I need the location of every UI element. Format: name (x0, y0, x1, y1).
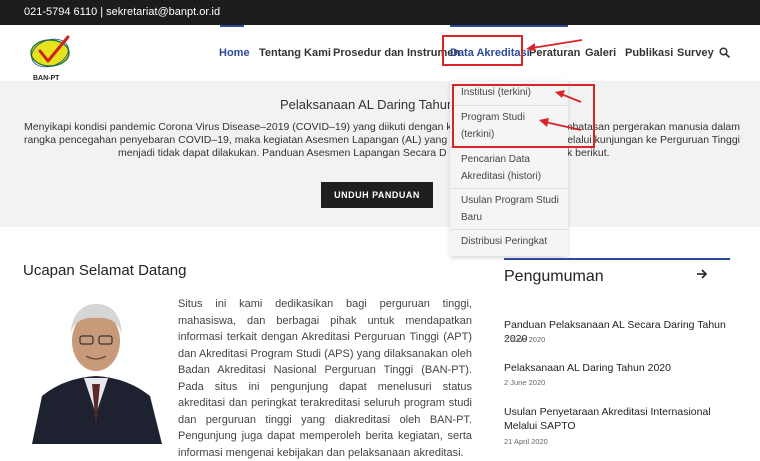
nav-hover-indicator (450, 25, 568, 27)
annotation-box-nav (442, 35, 523, 66)
nav-tentang-kami[interactable]: Tentang Kami (259, 47, 331, 59)
ban-pt-logo[interactable] (28, 33, 76, 73)
dropdown-item-label: Usulan Program Studi (461, 195, 559, 206)
welcome-text: Situs ini kami dedikasikan bagi pergurua… (178, 298, 472, 459)
announcement-link[interactable]: Usulan Penyetaraan Akreditasi Internasio… (504, 405, 730, 433)
dropdown-item-label: Distribusi Peringkat (461, 236, 548, 247)
hero-description: Menyikapi kondisi pandemic Corona Virus … (20, 121, 740, 160)
dropdown-item-label: Baru (461, 212, 483, 223)
dropdown-item-label: Pencarian Data (461, 154, 530, 165)
hero-banner: Pelaksanaan AL Daring Tahun 2 Menyikapi … (0, 81, 760, 227)
nav-galeri[interactable]: Galeri (585, 47, 616, 59)
nav-survey[interactable]: Survey (677, 47, 714, 59)
search-icon[interactable] (719, 47, 730, 58)
dropdown-divider (450, 188, 568, 189)
hero-text-line3-end: k berikut. (567, 147, 610, 159)
announcement-date: 2 June 2020 (504, 335, 546, 344)
chairman-photo (24, 296, 169, 444)
announcement-date: 2 June 2020 (504, 378, 546, 387)
hero-text-line1: Menyikapi kondisi pandemic Corona Virus … (24, 121, 491, 133)
hero-title: Pelaksanaan AL Daring Tahun 2 (280, 97, 466, 112)
contact-info: 021-5794 6110 | sekretariat@banpt.or.id (24, 6, 221, 18)
hero-text-line3: menjadi tidak dapat dilakukan. Panduan A… (118, 147, 447, 159)
announcement-link[interactable]: Pelaksanaan AL Daring Tahun 2020 (504, 361, 730, 375)
arrow-right-icon[interactable] (696, 268, 708, 280)
announcement-heading: Pengumuman (504, 268, 604, 285)
contact-bar: 021-5794 6110 | sekretariat@banpt.or.id (0, 0, 760, 25)
announcement-rule (504, 258, 730, 260)
dropdown-item-label: Akreditasi (histori) (461, 171, 542, 182)
hero-text-line2: rangka pencegahan penyebaran COVID–19, m… (24, 134, 494, 146)
annotation-arrow-icon (539, 118, 582, 131)
annotation-arrow-icon (555, 90, 582, 103)
dropdown-item-distribusi[interactable]: Distribusi Peringkat (461, 233, 561, 250)
dropdown-item-usulan-prodi[interactable]: Usulan Program Studi Baru (461, 192, 561, 226)
dropdown-divider (450, 229, 568, 230)
dropdown-item-pencarian[interactable]: Pencarian Data Akreditasi (histori) (461, 151, 561, 185)
nav-home[interactable]: Home (219, 47, 250, 59)
nav-publikasi[interactable]: Publikasi (625, 47, 673, 59)
site-header: BAN-PT Home Tentang Kami Prosedur dan In… (0, 25, 760, 82)
annotation-arrow-icon (526, 39, 583, 51)
download-guide-button[interactable]: UNDUH PANDUAN (321, 182, 433, 208)
welcome-heading: Ucapan Selamat Datang (23, 262, 187, 279)
nav-active-indicator (220, 25, 244, 27)
announcement-date: 21 April 2020 (504, 437, 548, 446)
